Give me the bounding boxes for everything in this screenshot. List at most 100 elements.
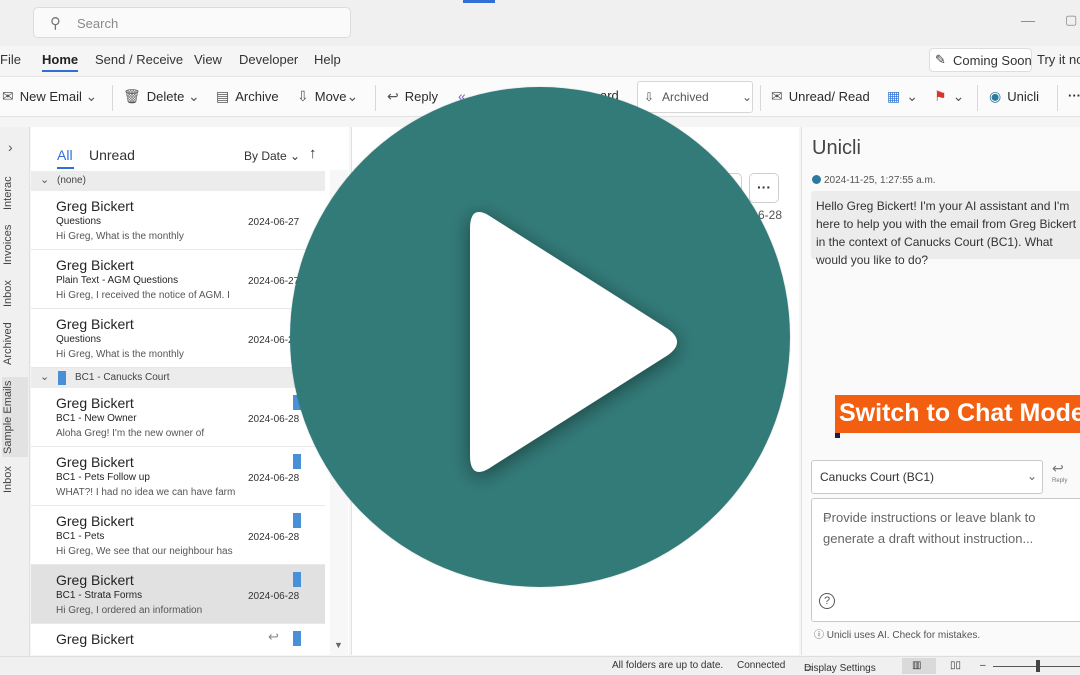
search-icon: ⚲ [50, 15, 61, 32]
categorize-grid-icon: ▦ [887, 88, 901, 104]
connection-status: Connected [737, 660, 786, 671]
rail-folder-archived[interactable]: Archived [2, 319, 28, 369]
new-email-label: New Email [19, 89, 82, 104]
ribbon-divider [1057, 85, 1058, 111]
tab-view[interactable]: View [194, 52, 222, 67]
chevron-down-icon: ⌄ [85, 88, 98, 104]
archive-icon: ▤ [216, 88, 230, 104]
list-item[interactable]: Greg Bickert Questions Hi Greg, What is … [31, 191, 325, 250]
list-item-selected[interactable]: Greg Bickert BC1 - Strata Forms Hi Greg,… [31, 565, 325, 624]
rail-folder-sample-emails[interactable]: Sample Emails [2, 377, 28, 457]
message-preview: Hi Greg, What is the monthly [56, 349, 184, 360]
message-subject: BC1 - Pets Follow up [56, 472, 150, 483]
reply-mode-label: Reply [1052, 478, 1068, 484]
category-tag-icon [58, 371, 66, 385]
list-item[interactable]: Greg Bickert BC1 - New Owner Aloha Greg!… [31, 388, 325, 447]
outlook-window: ⚲ Search — ▢ File Home Send / Receive Vi… [0, 0, 1080, 675]
group-header-none[interactable]: ⌄ (none) [31, 171, 325, 191]
play-triangle-icon [470, 212, 677, 472]
rail-folder-interac[interactable]: Interac [2, 172, 28, 214]
message-subject: Plain Text - AGM Questions [56, 275, 179, 286]
replied-icon: ↩ [268, 629, 279, 644]
message-sender: Greg Bickert [56, 513, 134, 529]
context-select-value: Canucks Court (BC1) [820, 470, 935, 484]
try-it-toggle[interactable]: Try it no [1037, 52, 1080, 67]
tab-home[interactable]: Home [42, 52, 78, 67]
status-bar: All folders are up to date. Connected ▭ … [0, 656, 1080, 675]
minimize-button[interactable]: — [1021, 12, 1035, 28]
message-sender: Greg Bickert [56, 454, 134, 470]
message-subject: BC1 - Strata Forms [56, 590, 143, 601]
context-select[interactable]: Canucks Court (BC1) ⌄ [811, 460, 1043, 494]
filter-all-indicator [57, 167, 74, 169]
unicli-button[interactable]: ◉ Unicli [989, 88, 1039, 105]
list-item[interactable]: Greg Bickert BC1 - Pets Hi Greg, We see … [31, 506, 325, 565]
help-icon[interactable]: ? [819, 593, 835, 609]
chat-send-icon[interactable]: ◌ [823, 507, 1080, 528]
group-header-bc1[interactable]: ⌄ BC1 - Canucks Court [31, 368, 325, 388]
tab-help[interactable]: Help [314, 52, 341, 67]
cursor-marker [835, 433, 840, 438]
chevron-down-icon: ⌄ [952, 88, 965, 104]
sync-status: All folders are up to date. [612, 660, 724, 671]
sort-label: By Date [244, 149, 287, 163]
categorize-button[interactable]: ▦ ⌄ [887, 88, 924, 105]
chevron-down-icon: ⌄ [187, 88, 200, 104]
flag-button[interactable]: ⚑ ⌄ [934, 88, 970, 105]
reading-view-icon[interactable]: ▯▯ [950, 660, 961, 671]
switch-chat-mode-banner[interactable]: Switch to Chat Mode [835, 395, 1080, 433]
trash-icon: 🗑 [123, 88, 141, 104]
message-subject: Questions [56, 334, 102, 345]
filter-unread[interactable]: Unread [89, 147, 135, 163]
reply-mode-icon[interactable]: ↩ [1052, 460, 1064, 477]
list-item[interactable]: Greg Bickert Plain Text - AGM Questions … [31, 250, 325, 309]
instructions-textarea[interactable]: Provide instructions or leave blank to g… [811, 498, 1080, 622]
coming-soon-button[interactable]: ✎ Coming Soon [929, 48, 1032, 72]
message-sender: Greg Bickert [56, 316, 134, 332]
coming-soon-label: Coming Soon [953, 53, 1032, 68]
search-input[interactable]: Search [77, 16, 118, 31]
tab-file[interactable]: File [0, 52, 21, 67]
restore-button[interactable]: ▢ [1065, 12, 1077, 28]
window-accent-line [463, 0, 495, 3]
message-preview: Aloha Greg! I'm the new owner of [56, 428, 205, 439]
tab-developer[interactable]: Developer [239, 52, 298, 67]
message-sender: Greg Bickert [56, 572, 134, 588]
delete-button[interactable]: 🗑 Delete ⌄ [123, 88, 206, 105]
magic-pen-icon: ✎ [935, 52, 946, 67]
more-commands-button[interactable]: ··· [1068, 88, 1080, 103]
video-play-overlay[interactable] [290, 87, 790, 587]
timestamp-text: 2024-11-25, 1:27:55 a.m. [824, 175, 936, 186]
ribbon-divider [977, 85, 978, 111]
zoom-out-icon[interactable]: – [980, 660, 986, 671]
new-email-button[interactable]: ✉ New Email ⌄ [2, 88, 103, 105]
message-preview: Hi Greg, I received the notice of AGM. I [56, 290, 230, 301]
list-item[interactable]: Greg Bickert ↩ [31, 624, 325, 655]
normal-view-icon[interactable]: ▥ [912, 660, 921, 671]
disclaimer-text: Unicli uses AI. Check for mistakes. [826, 630, 981, 641]
list-item[interactable]: Greg Bickert Questions Hi Greg, What is … [31, 309, 325, 368]
flag-icon: ⚑ [934, 88, 947, 104]
tab-send-receive[interactable]: Send / Receive [95, 52, 183, 67]
message-preview: Hi Greg, What is the monthly [56, 231, 184, 242]
message-preview: Hi Greg, We see that our neighbour has [56, 546, 233, 557]
rail-folder-inbox-2[interactable]: Inbox [2, 462, 28, 498]
list-item[interactable]: Greg Bickert BC1 - Pets Follow up WHAT?!… [31, 447, 325, 506]
chevron-down-icon: ⌄ [1027, 469, 1038, 483]
unread-read-label: Unread/ Read [788, 89, 870, 104]
message-sender: Greg Bickert [56, 198, 134, 214]
rail-folder-invoices[interactable]: Invoices [2, 222, 28, 268]
delete-label: Delete [146, 89, 185, 104]
filter-all[interactable]: All [57, 147, 73, 163]
scroll-down-icon[interactable]: ▼ [334, 640, 343, 650]
archive-button[interactable]: ▤ Archive [216, 88, 279, 105]
chevron-down-icon: ⌄ [906, 88, 918, 104]
category-tag-icon [293, 631, 301, 646]
expand-folders-icon[interactable]: › [8, 139, 13, 155]
zoom-slider-thumb[interactable] [1036, 660, 1040, 672]
search-box[interactable]: ⚲ Search [33, 7, 351, 38]
message-date: 2024-06-28 [248, 591, 300, 602]
message-subject: BC1 - Pets [56, 531, 105, 542]
rail-folder-inbox[interactable]: Inbox [2, 277, 28, 311]
assistant-message-text: Hello Greg Bickert! I'm your AI assistan… [816, 199, 1077, 267]
